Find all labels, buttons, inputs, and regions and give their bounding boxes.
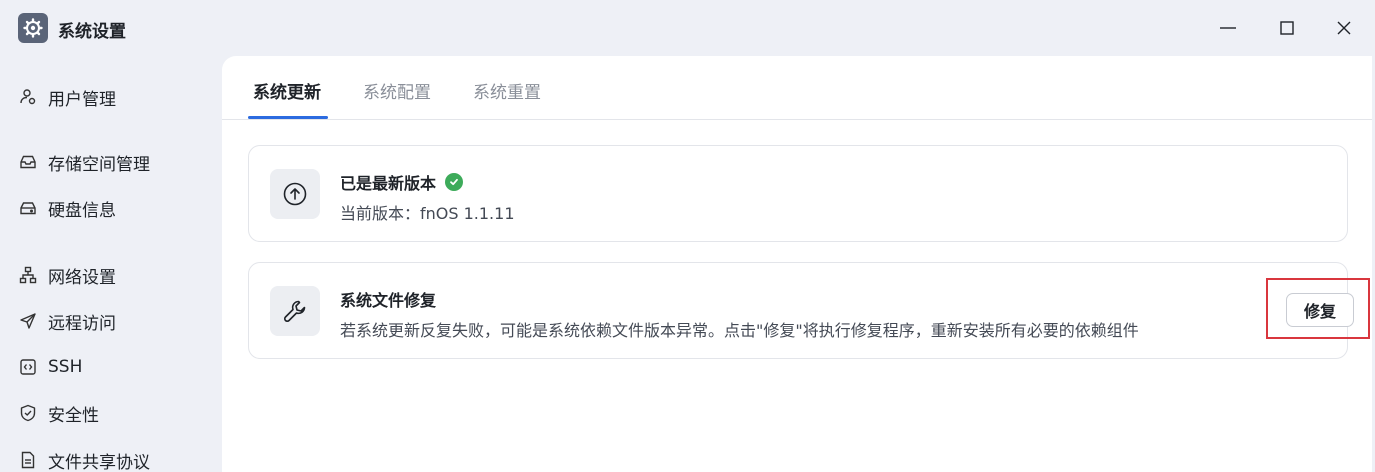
tab-system-update[interactable]: 系统更新: [253, 78, 321, 103]
sidebar-item-security[interactable]: 安全性: [18, 399, 99, 427]
settings-window: 系统设置 用户管理 存储空间管理 硬盘信息 网络设置 远程访问 SSH 安全性 …: [0, 0, 1375, 472]
sidebar-item-label: 存储空间管理: [48, 154, 150, 175]
network-icon: [18, 265, 38, 285]
sidebar-item-network[interactable]: 网络设置: [18, 261, 116, 289]
sidebar-item-label: 安全性: [48, 405, 99, 426]
sidebar-item-remote-access[interactable]: 远程访问: [18, 307, 116, 335]
repair-title: 系统文件修复: [340, 291, 437, 310]
sidebar-item-label: 硬盘信息: [48, 200, 116, 221]
send-icon: [18, 311, 38, 331]
sidebar-item-label: SSH: [48, 357, 83, 377]
storage-icon: [18, 152, 38, 172]
sidebar-item-storage[interactable]: 存储空间管理: [18, 148, 150, 176]
tab-system-config[interactable]: 系统配置: [363, 78, 431, 103]
sidebar-item-ssh[interactable]: SSH: [18, 353, 82, 381]
code-icon: [18, 357, 38, 377]
sidebar-item-disk[interactable]: 硬盘信息: [18, 194, 116, 222]
disk-icon: [18, 198, 38, 218]
main-panel: 系统更新 系统配置 系统重置 已是最新版本 当前版本：fnOS 1.1.11 系…: [222, 56, 1372, 472]
user-group-icon: [18, 87, 38, 107]
minimize-icon[interactable]: [1213, 14, 1243, 42]
repair-button[interactable]: 修复: [1286, 293, 1354, 327]
document-icon: [18, 450, 38, 470]
active-tab-indicator: [248, 116, 328, 119]
shield-icon: [18, 403, 38, 423]
maximize-icon[interactable]: [1272, 14, 1302, 42]
tab-bar: 系统更新 系统配置 系统重置: [222, 56, 1372, 120]
sidebar: 用户管理 存储空间管理 硬盘信息 网络设置 远程访问 SSH 安全性 文件共享协…: [0, 56, 222, 472]
arrow-up-circle-icon: [270, 169, 320, 219]
tab-system-reset[interactable]: 系统重置: [473, 78, 541, 103]
check-circle-icon: [445, 173, 464, 191]
gear-icon: [18, 13, 48, 43]
sidebar-item-file-sharing[interactable]: 文件共享协议: [18, 446, 150, 472]
update-status-title: 已是最新版本: [340, 170, 464, 194]
update-status-title-text: 已是最新版本: [340, 174, 437, 193]
repair-description: 若系统更新反复失败，可能是系统依赖文件版本异常。点击"修复"将执行修复程序，重新…: [340, 321, 1139, 340]
wrench-icon: [270, 286, 320, 336]
sidebar-item-label: 文件共享协议: [48, 452, 150, 472]
sidebar-item-label: 远程访问: [48, 313, 116, 334]
title-bar: 系统设置: [0, 0, 1375, 56]
sidebar-item-label: 用户管理: [48, 89, 116, 110]
sidebar-item-users[interactable]: 用户管理: [18, 83, 116, 111]
window-title: 系统设置: [58, 22, 126, 42]
system-repair-card: 系统文件修复 若系统更新反复失败，可能是系统依赖文件版本异常。点击"修复"将执行…: [248, 262, 1370, 359]
current-version-text: 当前版本：fnOS 1.1.11: [340, 204, 515, 223]
close-icon[interactable]: [1329, 14, 1359, 42]
sidebar-item-label: 网络设置: [48, 267, 116, 288]
update-status-card: 已是最新版本 当前版本：fnOS 1.1.11: [248, 145, 1348, 242]
